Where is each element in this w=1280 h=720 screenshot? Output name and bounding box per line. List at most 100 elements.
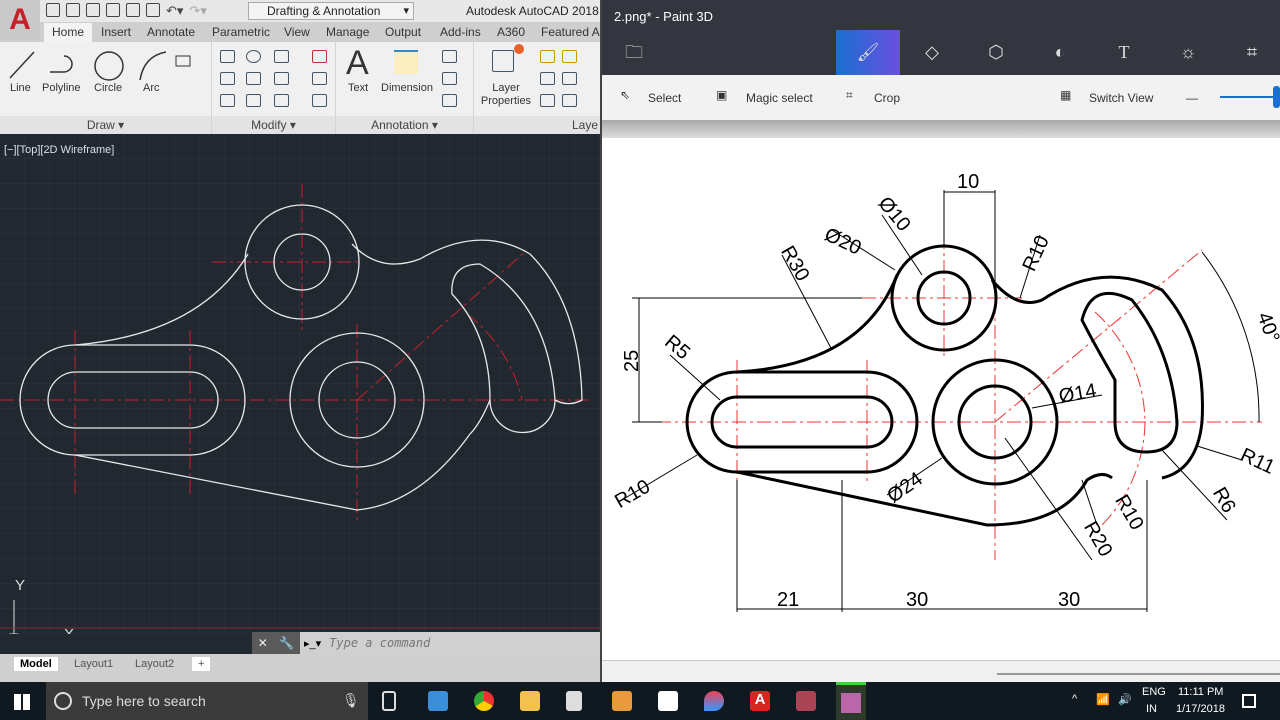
save-icon[interactable] — [106, 3, 120, 17]
canvas-icon[interactable]: ⌗ — [1220, 30, 1280, 75]
text-tool[interactable]: Text — [348, 82, 368, 94]
layer-match-icon[interactable] — [562, 72, 577, 85]
tab-a360[interactable]: A360 — [497, 25, 525, 39]
redo-icon[interactable]: ↷▾ — [189, 3, 206, 19]
layer-isolate-icon[interactable] — [540, 72, 555, 85]
clock-date[interactable]: 1/17/2018 — [1176, 703, 1225, 715]
task-view-icon[interactable] — [382, 691, 396, 711]
tab-add-ins[interactable]: Add-ins — [440, 25, 481, 39]
magic-select-button[interactable]: Magic select — [746, 91, 813, 105]
erase-icon[interactable] — [312, 50, 327, 63]
print-icon[interactable] — [146, 3, 160, 17]
add-layout-button[interactable]: + — [192, 657, 211, 671]
open-sheet-icon[interactable] — [86, 3, 100, 17]
linear-icon[interactable] — [442, 50, 457, 63]
arc-tool[interactable]: Arc — [143, 82, 160, 94]
offset-icon[interactable] — [312, 94, 327, 107]
paint3d-taskbar-icon[interactable] — [704, 691, 724, 711]
layer-current-icon[interactable] — [540, 94, 555, 107]
tab-layout1[interactable]: Layout1 — [68, 657, 119, 671]
drawing-viewport[interactable]: Y X — [0, 134, 600, 634]
notifications-icon[interactable] — [1242, 694, 1256, 708]
tray-chevron-icon[interactable]: ^ — [1072, 693, 1077, 705]
rotate-icon[interactable] — [246, 50, 261, 63]
language-code[interactable]: ENG — [1142, 686, 1166, 698]
tab-output[interactable]: Output — [385, 25, 421, 39]
select-button[interactable]: Select — [648, 91, 681, 105]
text-icon[interactable]: T — [1092, 30, 1156, 75]
close-command-icon[interactable]: ✕ — [258, 636, 268, 650]
start-button[interactable] — [14, 694, 30, 710]
undo-icon[interactable]: ↶▾ — [166, 3, 183, 19]
network-icon[interactable]: 📶 — [1096, 693, 1110, 706]
scale-icon[interactable] — [246, 94, 261, 107]
paint-canvas[interactable]: 10 Ø10 Ø20 R30 R10 25 R5 40° Ø14 R10 Ø24… — [602, 138, 1280, 660]
workspace-dropdown[interactable]: Drafting & Annotation — [248, 2, 414, 20]
layer-walk-icon[interactable] — [562, 94, 577, 107]
switch-view-button[interactable]: Switch View — [1089, 91, 1153, 105]
save-as-icon[interactable] — [126, 3, 140, 17]
tab-insert[interactable]: Insert — [101, 25, 131, 39]
command-input[interactable]: Type a command — [329, 636, 430, 650]
menu-folder-icon[interactable]: 🗀 — [602, 30, 666, 75]
stretch-icon[interactable] — [220, 94, 235, 107]
tab-annotate[interactable]: Annotate — [147, 25, 195, 39]
tab-featured-apps[interactable]: Featured Ap — [541, 25, 606, 39]
move-icon[interactable] — [220, 50, 235, 63]
microphone-icon[interactable]: 🎙 — [342, 692, 360, 709]
tab-home[interactable]: Home — [44, 23, 93, 42]
dimension-tool[interactable]: Dimension — [381, 82, 433, 94]
layer-properties-tool[interactable]: Layer Properties — [478, 82, 534, 108]
tab-parametric[interactable]: Parametric — [212, 25, 270, 39]
copy-icon[interactable] — [220, 72, 235, 85]
explode-icon[interactable] — [312, 72, 327, 85]
tab-model[interactable]: Model — [14, 657, 58, 671]
annotation-panel-title[interactable]: Annotation ▾ — [336, 116, 473, 134]
effects-icon[interactable]: ☼ — [1156, 30, 1220, 75]
table-icon[interactable] — [442, 94, 457, 107]
application-menu-logo[interactable]: A — [0, 0, 40, 40]
app-icon-recorder[interactable] — [796, 691, 816, 711]
calculator-icon[interactable] — [566, 691, 582, 711]
clock-time[interactable]: 11:11 PM — [1178, 686, 1223, 698]
trim-icon[interactable] — [274, 50, 289, 63]
search-box[interactable]: Type here to search — [46, 682, 368, 720]
mirror-icon[interactable] — [246, 72, 261, 85]
volume-icon[interactable]: 🔊 — [1118, 693, 1132, 706]
viewport-controls[interactable]: [−][Top][2D Wireframe] — [4, 144, 114, 156]
modify-panel-title[interactable]: Modify ▾ — [212, 116, 335, 134]
chrome-icon[interactable] — [474, 691, 494, 711]
new-icon[interactable] — [46, 3, 60, 17]
customize-icon[interactable]: 🔧 — [279, 636, 294, 650]
leader-icon[interactable] — [442, 72, 457, 85]
file-explorer-icon[interactable] — [520, 691, 540, 711]
region-code[interactable]: IN — [1146, 703, 1157, 715]
app-icon-store[interactable] — [428, 691, 448, 711]
2d-shapes-icon[interactable]: ◇ — [900, 30, 964, 75]
media-player-icon[interactable] — [612, 691, 632, 711]
line-tool[interactable]: Line — [10, 82, 31, 94]
zoom-slider-thumb[interactable] — [1273, 86, 1280, 108]
horizontal-scrollbar[interactable] — [602, 660, 1280, 682]
brushes-icon[interactable]: 🖌 — [836, 30, 900, 75]
layer-freeze-icon[interactable] — [562, 50, 577, 63]
autocad-taskbar-icon[interactable]: A — [750, 691, 770, 711]
stickers-icon[interactable]: ◐ — [1028, 30, 1092, 75]
open-icon[interactable] — [66, 3, 80, 17]
zoom-out-button[interactable]: — — [1186, 91, 1198, 105]
photos-icon[interactable] — [658, 691, 678, 711]
polyline-tool[interactable]: Polyline — [42, 82, 81, 94]
zoom-slider[interactable] — [1220, 86, 1280, 108]
active-app-highlight[interactable] — [836, 682, 866, 720]
command-prompt-icon[interactable]: ▸_▾ — [304, 637, 321, 650]
layers-panel-title[interactable]: Laye — [474, 116, 600, 134]
array-icon[interactable] — [274, 94, 289, 107]
3d-shapes-icon[interactable]: ⬡ — [964, 30, 1028, 75]
crop-button[interactable]: Crop — [874, 91, 900, 105]
tab-layout2[interactable]: Layout2 — [129, 657, 180, 671]
circle-tool[interactable]: Circle — [94, 82, 122, 94]
draw-panel-title[interactable]: Draw ▾ — [0, 116, 211, 134]
tab-manage[interactable]: Manage — [326, 25, 369, 39]
layer-on-icon[interactable] — [540, 50, 555, 63]
fillet-icon[interactable] — [274, 72, 289, 85]
